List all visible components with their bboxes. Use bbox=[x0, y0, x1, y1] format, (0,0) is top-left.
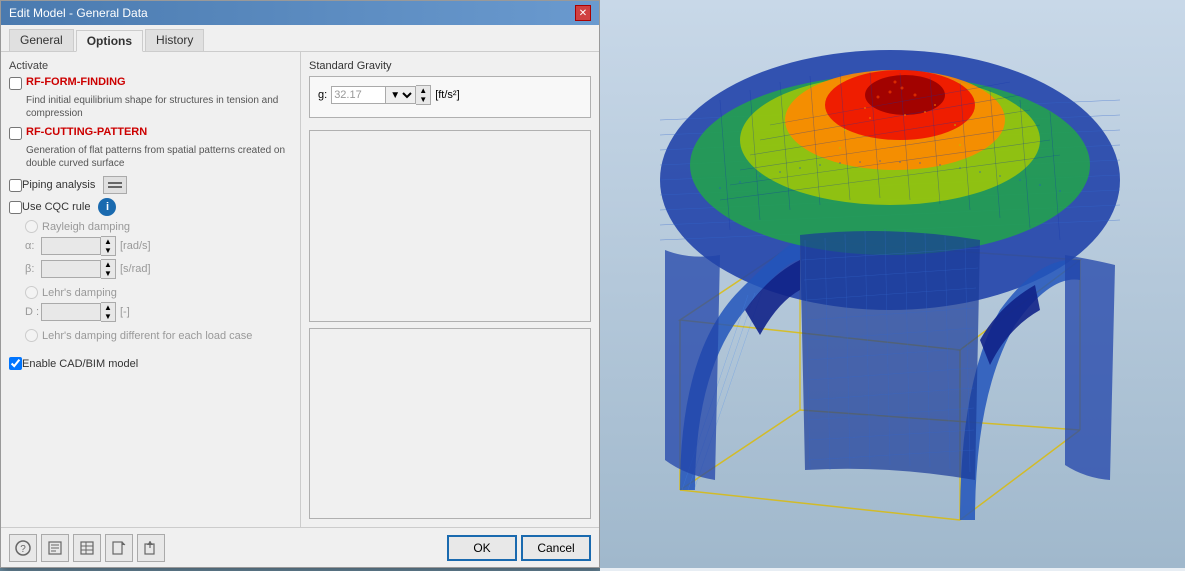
rf-form-finding-description: Find initial equilibrium shape for struc… bbox=[26, 94, 292, 120]
g-spinbox: ▼ ▲ ▼ bbox=[331, 85, 431, 105]
tab-history[interactable]: History bbox=[145, 29, 204, 51]
standard-gravity-title: Standard Gravity bbox=[309, 60, 591, 72]
lehrs-damping-load-label: Lehr's damping different for each load c… bbox=[42, 330, 252, 342]
cadbim-checkbox[interactable] bbox=[9, 357, 22, 370]
dialog-footer: ? OK Cancel bbox=[1, 527, 599, 567]
alpha-row: α: ▲ ▼ [rad/s] bbox=[25, 236, 292, 256]
edit-button[interactable] bbox=[41, 534, 69, 562]
cadbim-label: Enable CAD/BIM model bbox=[22, 358, 138, 370]
piping-analysis-row: Piping analysis bbox=[9, 176, 292, 194]
piping-icon[interactable] bbox=[103, 176, 127, 194]
g-unit: [ft/s²] bbox=[435, 89, 459, 101]
lehrs-damping-load-radio[interactable] bbox=[25, 329, 38, 342]
lehrs-damping-row: Lehr's damping bbox=[25, 286, 292, 299]
d-spinbox: ▲ ▼ bbox=[41, 302, 116, 322]
alpha-spinbox: ▲ ▼ bbox=[41, 236, 116, 256]
dialog-title: Edit Model - General Data bbox=[9, 6, 148, 20]
d-label: D : bbox=[25, 306, 41, 318]
beta-spin-buttons: ▲ ▼ bbox=[101, 259, 116, 279]
g-spin-buttons: ▲ ▼ bbox=[416, 85, 431, 105]
tab-options[interactable]: Options bbox=[76, 30, 143, 52]
empty-box-2 bbox=[309, 328, 591, 520]
tab-bar: General Options History bbox=[1, 25, 599, 52]
gravity-row: g: ▼ ▲ ▼ [ft/s²] bbox=[318, 85, 582, 105]
d-unit: [-] bbox=[120, 306, 130, 318]
alpha-spin-buttons: ▲ ▼ bbox=[101, 236, 116, 256]
help-button[interactable]: ? bbox=[9, 534, 37, 562]
rf-form-finding-row: RF-FORM-FINDING bbox=[9, 76, 292, 90]
activate-section-title: Activate bbox=[9, 60, 292, 72]
alpha-spin-down[interactable]: ▼ bbox=[101, 246, 115, 255]
dialog-body: Activate RF-FORM-FINDING Find initial eq… bbox=[1, 52, 599, 527]
g-input[interactable] bbox=[331, 86, 386, 104]
ok-button[interactable]: OK bbox=[447, 535, 517, 561]
3d-mesh-visualization bbox=[600, 0, 1185, 568]
cancel-button[interactable]: Cancel bbox=[521, 535, 591, 561]
beta-spin-up[interactable]: ▲ bbox=[101, 260, 115, 269]
close-button[interactable]: ✕ bbox=[575, 5, 591, 21]
lehrs-damping-load-row: Lehr's damping different for each load c… bbox=[25, 329, 292, 342]
lehrs-damping-label: Lehr's damping bbox=[42, 287, 117, 299]
svg-text:?: ? bbox=[20, 544, 26, 555]
piping-analysis-label: Piping analysis bbox=[22, 179, 95, 191]
rf-cutting-pattern-description: Generation of flat patterns from spatial… bbox=[26, 144, 292, 170]
empty-box-1 bbox=[309, 130, 591, 322]
edit-model-dialog: Edit Model - General Data ✕ General Opti… bbox=[0, 0, 600, 568]
d-spin-down[interactable]: ▼ bbox=[101, 312, 115, 321]
rayleigh-damping-radio[interactable] bbox=[25, 220, 38, 233]
beta-label: β: bbox=[25, 263, 41, 275]
tab-general[interactable]: General bbox=[9, 29, 74, 51]
standard-gravity-box: g: ▼ ▲ ▼ [ft/s²] bbox=[309, 76, 591, 118]
cqc-rule-label: Use CQC rule bbox=[22, 201, 90, 213]
standard-gravity-section: Standard Gravity g: ▼ ▲ ▼ bbox=[309, 60, 591, 124]
rf-cutting-pattern-row: RF-CUTTING-PATTERN bbox=[9, 126, 292, 140]
left-panel: Activate RF-FORM-FINDING Find initial eq… bbox=[1, 52, 301, 527]
beta-spinbox: ▲ ▼ bbox=[41, 259, 116, 279]
cqc-rule-checkbox[interactable] bbox=[9, 201, 22, 214]
cadbim-row: Enable CAD/BIM model bbox=[9, 357, 292, 370]
export-button[interactable] bbox=[105, 534, 133, 562]
beta-spin-down[interactable]: ▼ bbox=[101, 269, 115, 278]
d-spin-up[interactable]: ▲ bbox=[101, 303, 115, 312]
rayleigh-damping-label: Rayleigh damping bbox=[42, 221, 130, 233]
info-button[interactable]: i bbox=[98, 198, 116, 216]
g-spin-down[interactable]: ▼ bbox=[416, 95, 430, 104]
visualization-panel bbox=[600, 0, 1185, 571]
alpha-unit: [rad/s] bbox=[120, 240, 151, 252]
beta-input[interactable] bbox=[41, 260, 101, 278]
g-label: g: bbox=[318, 89, 327, 101]
rf-form-finding-label: RF-FORM-FINDING bbox=[26, 76, 126, 88]
d-input[interactable] bbox=[41, 303, 101, 321]
beta-row: β: ▲ ▼ [s/rad] bbox=[25, 259, 292, 279]
alpha-input[interactable] bbox=[41, 237, 101, 255]
import-button[interactable] bbox=[137, 534, 165, 562]
cqc-rule-row: Use CQC rule i bbox=[9, 198, 292, 216]
alpha-spin-up[interactable]: ▲ bbox=[101, 237, 115, 246]
lehrs-damping-radio[interactable] bbox=[25, 286, 38, 299]
right-panel: Standard Gravity g: ▼ ▲ ▼ bbox=[301, 52, 599, 527]
piping-analysis-checkbox[interactable] bbox=[9, 179, 22, 192]
g-spin-up[interactable]: ▲ bbox=[416, 86, 430, 95]
rayleigh-damping-row: Rayleigh damping bbox=[25, 220, 292, 233]
rf-cutting-pattern-label: RF-CUTTING-PATTERN bbox=[26, 126, 147, 138]
rf-cutting-pattern-checkbox[interactable] bbox=[9, 127, 22, 140]
beta-unit: [s/rad] bbox=[120, 263, 151, 275]
g-dropdown[interactable]: ▼ bbox=[386, 86, 416, 104]
title-bar: Edit Model - General Data ✕ bbox=[1, 1, 599, 25]
rf-form-finding-checkbox[interactable] bbox=[9, 77, 22, 90]
d-spin-buttons: ▲ ▼ bbox=[101, 302, 116, 322]
alpha-label: α: bbox=[25, 240, 41, 252]
table-button[interactable] bbox=[73, 534, 101, 562]
d-value-row: D : ▲ ▼ [-] bbox=[25, 302, 292, 322]
